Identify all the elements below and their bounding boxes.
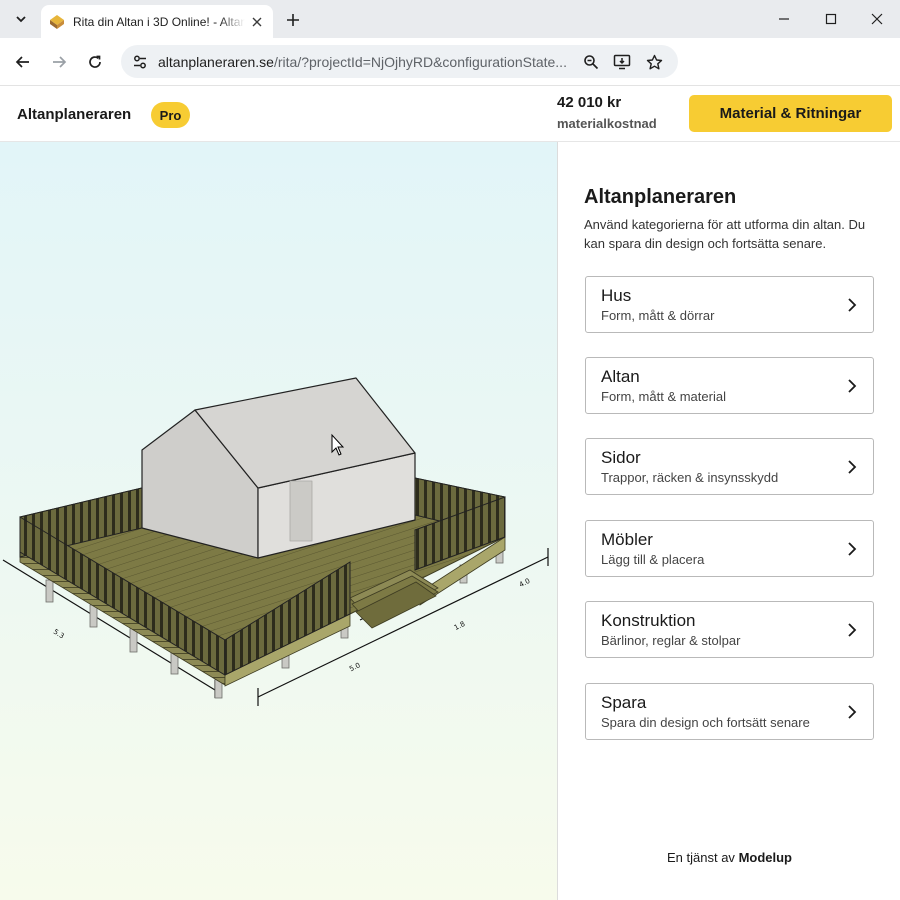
- chevron-right-icon: [848, 623, 857, 637]
- category-title: Hus: [601, 286, 632, 305]
- category-spara[interactable]: Spara Spara din design och fortsätt sena…: [585, 683, 874, 740]
- brand-name[interactable]: Altanplaneraren: [17, 106, 131, 123]
- material-drawings-button[interactable]: Material & Ritningar: [689, 95, 892, 132]
- address-bar[interactable]: altanplaneraren.se/rita/?projectId=NjOjh…: [121, 45, 678, 78]
- category-konstruktion[interactable]: Konstruktion Bärlinor, reglar & stolpar: [585, 601, 874, 658]
- material-cost-label: materialkostnad: [557, 116, 657, 131]
- deck-3d-model[interactable]: 5.3 5.0 1.8 4.0: [0, 142, 557, 900]
- svg-text:1.8: 1.8: [453, 620, 467, 632]
- svg-text:5.3: 5.3: [52, 628, 66, 641]
- browser-tab[interactable]: Rita din Altan i 3D Online! - Altanplane…: [41, 5, 273, 38]
- category-mobler[interactable]: Möbler Lägg till & placera: [585, 520, 874, 577]
- category-sidor[interactable]: Sidor Trappor, räcken & insynsskydd: [585, 438, 874, 495]
- chevron-right-icon: [848, 379, 857, 393]
- close-icon: [871, 13, 883, 25]
- category-altan[interactable]: Altan Form, mått & material: [585, 357, 874, 414]
- category-hus[interactable]: Hus Form, mått & dörrar: [585, 276, 874, 333]
- minimize-button[interactable]: [771, 6, 797, 32]
- side-panel: Altanplaneraren Använd kategorierna för …: [557, 142, 900, 900]
- svg-text:5.0: 5.0: [348, 661, 362, 673]
- panel-title: Altanplaneraren: [584, 186, 737, 208]
- url-path: /rita/?projectId=NjOjhyRD&configurationS…: [273, 54, 567, 70]
- install-app-icon: [613, 54, 631, 70]
- chevron-down-icon: [16, 16, 26, 23]
- tab-title: Rita din Altan i 3D Online! - Altanplane…: [73, 14, 245, 29]
- footer-credit: En tjänst av Modelup: [558, 850, 900, 865]
- chevron-right-icon: [848, 298, 857, 312]
- category-title: Möbler: [601, 530, 653, 549]
- maximize-icon: [825, 13, 837, 25]
- panel-description: Använd kategorierna för att utforma din …: [584, 217, 866, 251]
- category-title: Sidor: [601, 448, 641, 467]
- url-text[interactable]: altanplaneraren.se/rita/?projectId=NjOjh…: [158, 54, 571, 70]
- category-subtitle: Trappor, räcken & insynsskydd: [601, 470, 779, 485]
- new-tab-button[interactable]: [282, 9, 304, 31]
- material-cost: 42 010 kr: [557, 94, 622, 111]
- category-title: Konstruktion: [601, 611, 696, 630]
- forward-button[interactable]: [46, 49, 72, 75]
- category-title: Altan: [601, 367, 640, 386]
- category-subtitle: Lägg till & placera: [601, 552, 705, 567]
- category-subtitle: Form, mått & material: [601, 389, 726, 404]
- footer-prefix: En tjänst av: [667, 850, 735, 865]
- install-app-button[interactable]: [612, 52, 632, 72]
- plus-icon: [287, 14, 299, 26]
- minimize-icon: [779, 18, 789, 20]
- chevron-right-icon: [848, 460, 857, 474]
- browser-tab-bar: Rita din Altan i 3D Online! - Altanplane…: [0, 0, 900, 38]
- arrow-left-icon: [15, 56, 29, 68]
- window-close-button[interactable]: [864, 6, 890, 32]
- chevron-right-icon: [848, 705, 857, 719]
- zoom-icon: [584, 55, 599, 70]
- reload-icon: [89, 55, 101, 68]
- 3d-viewport[interactable]: 5.3 5.0 1.8 4.0: [0, 142, 557, 900]
- category-subtitle: Form, mått & dörrar: [601, 308, 715, 323]
- back-button[interactable]: [10, 49, 36, 75]
- zoom-button[interactable]: [581, 52, 601, 72]
- pro-badge[interactable]: Pro: [151, 102, 190, 128]
- url-host: altanplaneraren.se: [158, 54, 274, 70]
- browser-toolbar: altanplaneraren.se/rita/?projectId=NjOjh…: [0, 38, 900, 86]
- tab-search-button[interactable]: [8, 7, 34, 31]
- reload-button[interactable]: [82, 49, 108, 75]
- maximize-button[interactable]: [818, 6, 844, 32]
- tab-close-button[interactable]: [249, 14, 265, 30]
- bookmark-button[interactable]: [644, 52, 664, 72]
- chevron-right-icon: [848, 542, 857, 556]
- altan-logo-icon: [50, 14, 64, 29]
- category-subtitle: Spara din design och fortsätt senare: [601, 715, 810, 730]
- category-subtitle: Bärlinor, reglar & stolpar: [601, 633, 741, 648]
- close-icon: [252, 17, 262, 27]
- category-title: Spara: [601, 693, 647, 712]
- arrow-right-icon: [53, 56, 67, 68]
- svg-text:4.0: 4.0: [518, 577, 532, 589]
- tune-icon[interactable]: [131, 53, 149, 71]
- app-header: Altanplaneraren Pro 42 010 kr materialko…: [0, 87, 900, 142]
- footer-brand-link[interactable]: Modelup: [739, 850, 792, 865]
- star-icon: [646, 54, 662, 69]
